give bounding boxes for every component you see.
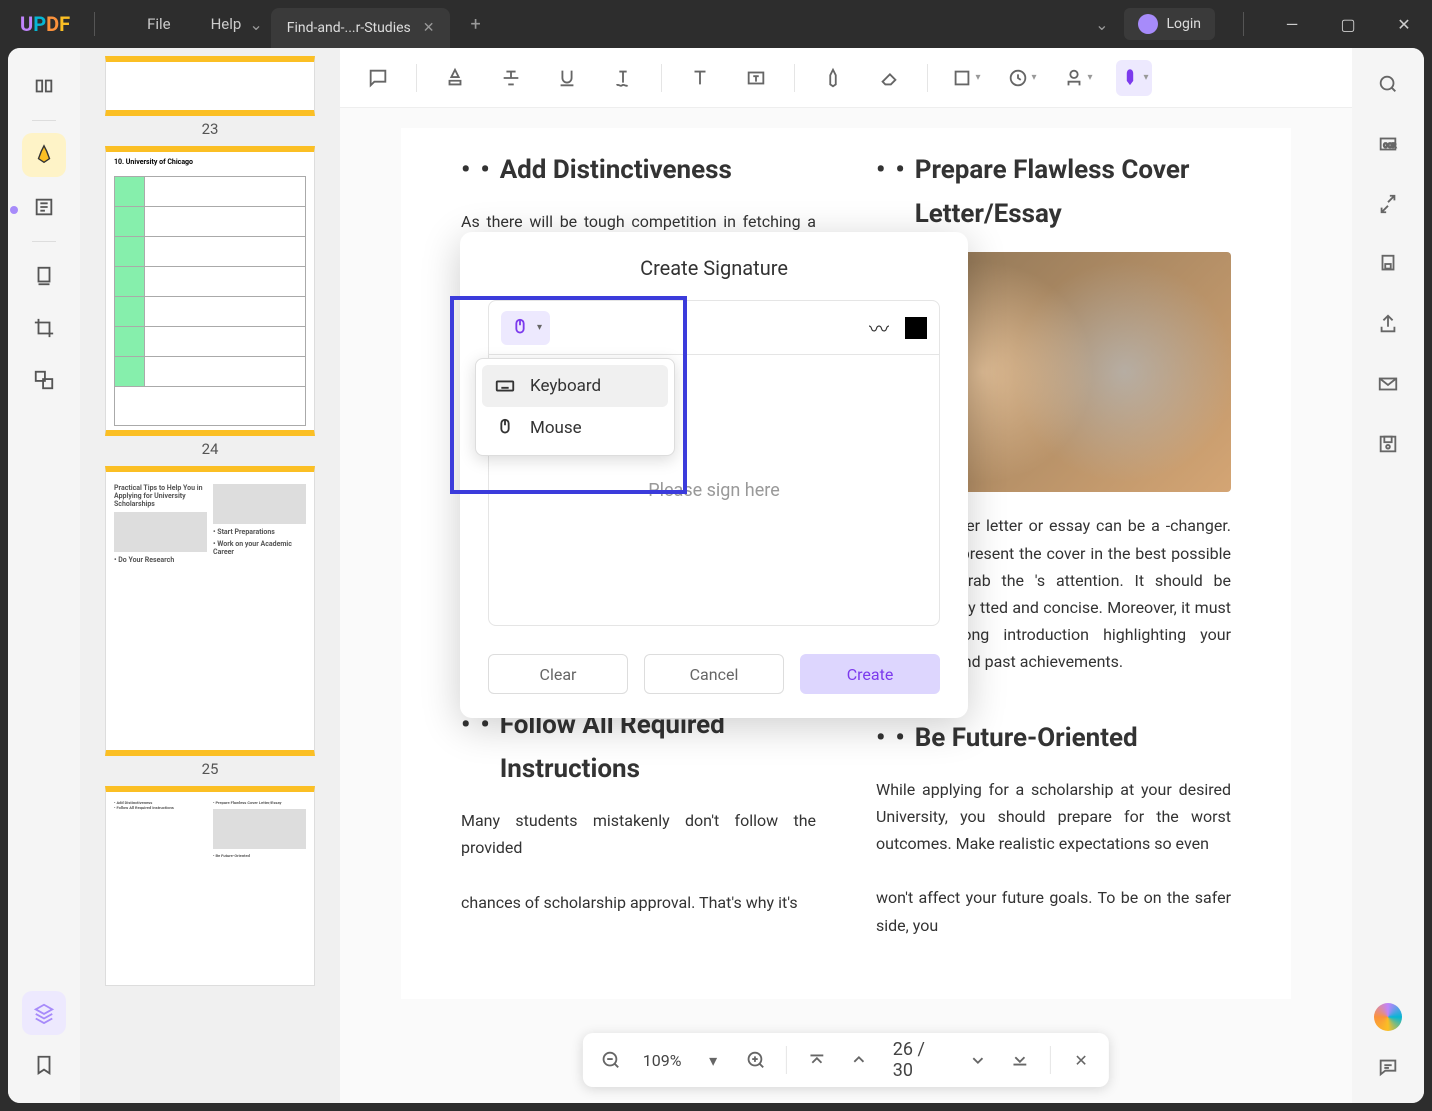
prev-page-button[interactable] xyxy=(843,1042,875,1078)
menu-item-label: Keyboard xyxy=(530,376,601,396)
left-rail xyxy=(8,48,80,1103)
heading: • Be Future-Oriented xyxy=(876,716,1231,760)
new-tab-button[interactable]: + xyxy=(470,14,480,35)
svg-text:OCR: OCR xyxy=(1383,142,1396,150)
first-page-button[interactable] xyxy=(800,1042,832,1078)
textbox-tool-icon[interactable] xyxy=(738,60,774,96)
close-window-button[interactable]: ✕ xyxy=(1384,4,1424,44)
menu-bar: File Help xyxy=(147,15,241,33)
tab-dropdown-icon[interactable]: ⌄ xyxy=(249,15,262,34)
highlight-text-icon[interactable] xyxy=(437,60,473,96)
thumb-page-number: 24 xyxy=(100,440,320,458)
maximize-button[interactable]: ▢ xyxy=(1328,4,1368,44)
underline-icon[interactable] xyxy=(549,60,585,96)
share-button[interactable] xyxy=(1368,304,1408,344)
menu-item-label: Mouse xyxy=(530,418,582,438)
avatar-icon xyxy=(1138,14,1158,34)
next-page-button[interactable] xyxy=(962,1042,994,1078)
page-indicator[interactable]: 26 / 30 xyxy=(885,1039,952,1081)
crop-tool-button[interactable] xyxy=(22,306,66,350)
close-bar-button[interactable]: ✕ xyxy=(1065,1042,1097,1078)
signature-toolbar: ▾ 〰 xyxy=(489,301,939,355)
thumb-page-number: 23 xyxy=(100,120,320,138)
color-picker[interactable] xyxy=(905,317,927,339)
heading: • Add Distinctiveness xyxy=(461,148,816,192)
create-signature-modal: Create Signature ▾ 〰 Please sign here Cl… xyxy=(460,232,968,718)
thumbnail[interactable]: 10. University of Chicago 24 xyxy=(100,146,320,458)
ai-assistant-button[interactable] xyxy=(1374,1003,1402,1031)
thumbnail[interactable]: • Add Distinctiveness• Follow All Requir… xyxy=(100,786,320,986)
thumbnail[interactable]: 23 xyxy=(100,56,320,138)
heading: • Prepare Flawless Cover Letter/Essay xyxy=(876,148,1231,236)
shape-tool-dropdown[interactable]: ▾ xyxy=(948,60,984,96)
zoom-in-button[interactable] xyxy=(739,1042,771,1078)
thumb-heading: 10. University of Chicago xyxy=(106,152,314,172)
menu-item-keyboard[interactable]: Keyboard xyxy=(482,365,668,407)
cancel-button[interactable]: Cancel xyxy=(644,654,784,694)
compare-tool-button[interactable] xyxy=(22,358,66,402)
bottom-bar: 109% ▾ 26 / 30 ✕ xyxy=(583,1033,1109,1087)
document-tab[interactable]: Find-and-...r-Studies ✕ xyxy=(271,8,451,48)
tab-title: Find-and-...r-Studies xyxy=(287,20,411,36)
signature-area: ▾ 〰 Please sign here xyxy=(488,300,940,626)
text-tool-icon[interactable] xyxy=(682,60,718,96)
squiggly-icon[interactable] xyxy=(605,60,641,96)
titlebar: UPDF File Help ⌄ Find-and-...r-Studies ✕… xyxy=(0,0,1432,48)
paragraph: Many students mistakenly don't follow th… xyxy=(461,807,816,916)
stroke-style-icon[interactable]: 〰 xyxy=(869,313,889,342)
login-label: Login xyxy=(1166,16,1201,32)
signature-method-menu: Keyboard Mouse xyxy=(475,358,675,456)
convert-button[interactable] xyxy=(1368,184,1408,224)
keyboard-icon xyxy=(494,375,516,397)
menu-item-mouse[interactable]: Mouse xyxy=(482,407,668,449)
paragraph: While applying for a scholarship at your… xyxy=(876,776,1231,939)
last-page-button[interactable] xyxy=(1004,1042,1036,1078)
mouse-icon xyxy=(509,317,531,339)
thumb-page-number: 25 xyxy=(100,760,320,778)
signature-tool-dropdown[interactable]: ▾ xyxy=(1116,60,1152,96)
login-button[interactable]: Login xyxy=(1124,8,1215,40)
app-logo: UPDF xyxy=(20,12,70,36)
right-rail: OCR xyxy=(1352,48,1424,1103)
save-button[interactable] xyxy=(1368,424,1408,464)
menu-file[interactable]: File xyxy=(147,15,171,33)
highlight-tool-button[interactable] xyxy=(22,133,66,177)
pages-tool-button[interactable] xyxy=(22,254,66,298)
modal-title: Create Signature xyxy=(488,256,940,280)
chevron-down-icon[interactable]: ⌄ xyxy=(1095,15,1108,34)
sticker-tool-dropdown[interactable]: ▾ xyxy=(1004,60,1040,96)
eraser-tool-icon[interactable] xyxy=(871,60,907,96)
ocr-button[interactable]: OCR xyxy=(1368,124,1408,164)
indicator-dot xyxy=(10,206,18,214)
reader-mode-button[interactable] xyxy=(22,64,66,108)
thumbnail-panel[interactable]: 23 10. University of Chicago 24 Practica… xyxy=(80,48,340,1103)
mouse-icon xyxy=(494,417,516,439)
strikethrough-icon[interactable] xyxy=(493,60,529,96)
clear-button[interactable]: Clear xyxy=(488,654,628,694)
zoom-level: 109% xyxy=(637,1051,687,1070)
pencil-tool-icon[interactable] xyxy=(815,60,851,96)
zoom-dropdown-button[interactable]: ▾ xyxy=(697,1042,729,1078)
chat-button[interactable] xyxy=(1368,1047,1408,1087)
email-button[interactable] xyxy=(1368,364,1408,404)
create-button[interactable]: Create xyxy=(800,654,940,694)
minimize-button[interactable]: — xyxy=(1272,4,1312,44)
signature-method-dropdown[interactable]: ▾ xyxy=(501,311,550,345)
search-button[interactable] xyxy=(1368,64,1408,104)
comment-tool-icon[interactable] xyxy=(360,60,396,96)
close-tab-icon[interactable]: ✕ xyxy=(423,20,435,36)
thumbnail[interactable]: Practical Tips to Help You in Applying f… xyxy=(100,466,320,778)
menu-help[interactable]: Help xyxy=(211,15,242,33)
zoom-out-button[interactable] xyxy=(595,1042,627,1078)
layers-button[interactable] xyxy=(22,991,66,1035)
edit-tool-button[interactable] xyxy=(22,185,66,229)
annotation-toolbar: ▾ ▾ ▾ ▾ xyxy=(340,48,1352,108)
protect-button[interactable] xyxy=(1368,244,1408,284)
bookmark-button[interactable] xyxy=(22,1043,66,1087)
stamp-tool-dropdown[interactable]: ▾ xyxy=(1060,60,1096,96)
